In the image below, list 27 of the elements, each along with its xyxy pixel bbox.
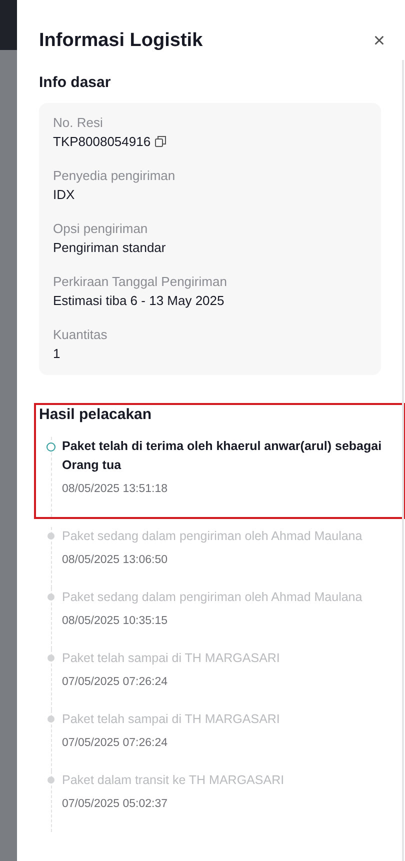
tracking-event-text: Paket sedang dalam pengiriman oleh Ahmad Maulana: [62, 528, 364, 545]
field-value: Estimasi tiba 6 - 13 May 2025: [53, 293, 224, 308]
copy-icon[interactable]: [154, 136, 166, 147]
field-label: No. Resi: [53, 115, 104, 130]
field-label: Opsi pengiriman: [53, 221, 149, 236]
close-button[interactable]: ×: [373, 31, 385, 51]
tracking-event-time: 08/05/2025 13:51:18: [62, 483, 169, 495]
section-heading: Hasil pelacakan: [39, 406, 153, 423]
tracking-event-time: 08/05/2025 13:06:50: [62, 554, 169, 566]
panel-title: Informasi Logistik: [39, 30, 203, 52]
field-value: 1: [53, 346, 60, 361]
field-label: Kuantitas: [53, 327, 108, 342]
tracking-event-text: Paket telah sampai di TH MARGASARI: [62, 711, 281, 728]
tracking-event-text: Paket dalam transit ke TH MARGASARI: [62, 772, 286, 789]
field-value: IDX: [53, 187, 75, 202]
field-label: Penyedia pengiriman: [53, 168, 176, 183]
field-value: TKP8008054916: [53, 134, 151, 149]
tracking-event-time: 08/05/2025 10:35:15: [62, 615, 169, 627]
tracking-event-time: 07/05/2025 07:26:24: [62, 676, 169, 688]
tracking-event-text: Paket sedang dalam pengiriman oleh Ahmad Maulana: [62, 589, 364, 606]
section-heading: Info dasar: [39, 74, 112, 91]
tracking-event-text: Paket telah di terima oleh khaerul anwar(arul) sebagai Orang tua: [62, 438, 383, 474]
field-label: Perkiraan Tanggal Pengiriman: [53, 274, 228, 289]
field-value: Pengiriman standar: [53, 240, 166, 255]
tracking-event-time: 07/05/2025 07:26:24: [62, 737, 169, 749]
tracking-event-text: Paket telah sampai di TH MARGASARI: [62, 650, 281, 667]
tracking-event-time: 07/05/2025 05:02:37: [62, 798, 169, 810]
